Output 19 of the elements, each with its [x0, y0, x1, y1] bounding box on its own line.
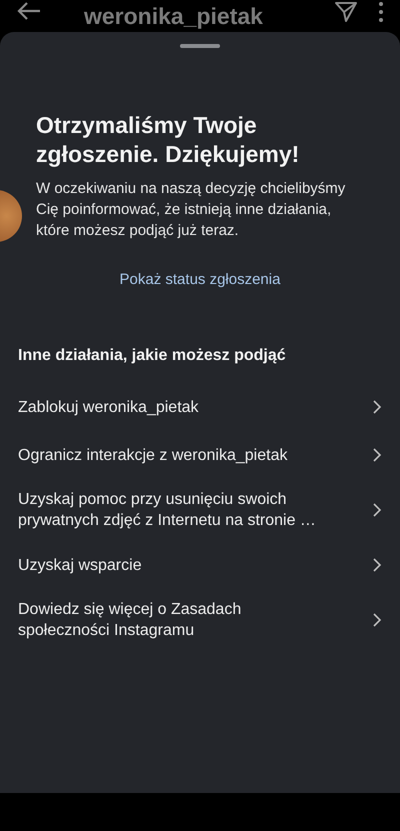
- action-item[interactable]: Ogranicz interakcje z weronika_pietak: [18, 431, 382, 479]
- action-item[interactable]: Uzyskaj pomoc przy usunięciu swoich prywatnych zdjęć z Internetu na stronie …: [18, 479, 382, 541]
- confirmation-heading: Otrzymaliśmy Twoje zgłoszenie. Dziękujemy!: [36, 111, 300, 169]
- action-item[interactable]: Dowiedz się więcej o Zasadach społeczności Instagramu: [18, 589, 382, 651]
- confirmation-message: W oczekiwaniu na naszą decyzję chcielibyśmy Cię poinformować, że istnieją inne działania, które możesz podjąć już teraz.: [36, 179, 346, 241]
- chevron-right-icon: [372, 447, 382, 463]
- chevron-right-icon: [372, 502, 382, 518]
- report-status-link[interactable]: Pokaż status zgłoszenia: [120, 271, 280, 288]
- back-button[interactable]: [16, 0, 42, 22]
- drag-handle[interactable]: [180, 44, 220, 48]
- send-icon[interactable]: [334, 0, 358, 24]
- section-title: Inne działania, jakie możesz podjąć: [18, 347, 287, 365]
- profile-username: weronika_pietak: [84, 2, 264, 31]
- chevron-right-icon: [372, 557, 382, 573]
- action-item[interactable]: Uzyskaj wsparcie: [18, 541, 382, 589]
- more-options-icon[interactable]: [378, 0, 384, 24]
- action-item[interactable]: Zablokuj weronika_pietak: [18, 383, 382, 431]
- chevron-right-icon: [372, 612, 382, 628]
- chevron-right-icon: [372, 399, 382, 415]
